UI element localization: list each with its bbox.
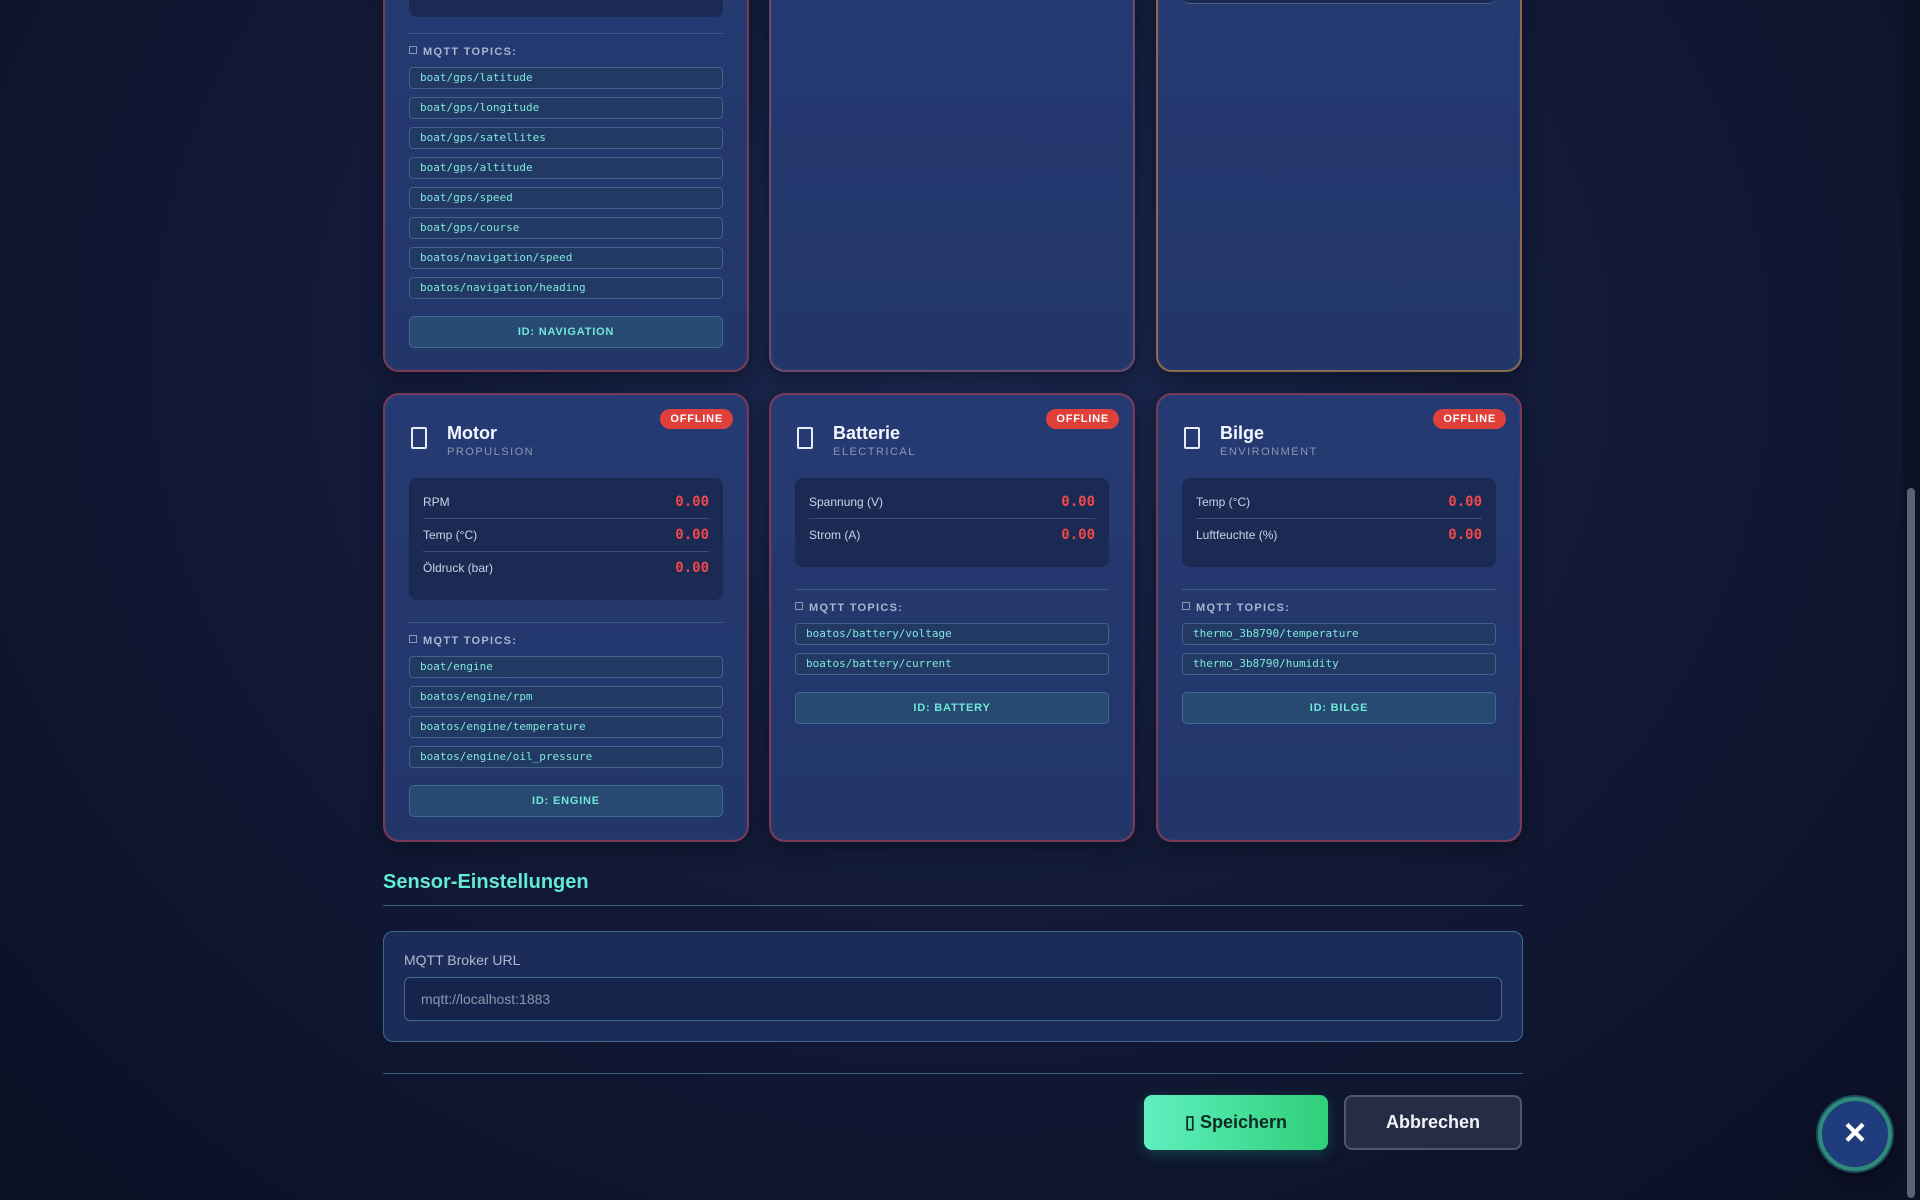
topics-label: MQTT TOPICS: xyxy=(409,635,517,647)
reading-row: RPM 0.00 xyxy=(423,486,709,519)
reading-value: 0.00 xyxy=(1448,494,1482,510)
navigation-readings-box xyxy=(409,0,723,17)
device-subtitle: PROPULSION xyxy=(447,446,535,458)
topic-item: boat/gps/speed xyxy=(409,187,723,209)
close-icon: × xyxy=(1843,1112,1867,1154)
divider xyxy=(409,33,723,34)
device-icon xyxy=(1184,427,1200,449)
battery-card: OFFLINE Batterie ELECTRICAL Spannung (V)… xyxy=(769,393,1135,842)
broker-url-label: MQTT Broker URL xyxy=(404,952,521,968)
readings-box: Spannung (V) 0.00 Strom (A) 0.00 xyxy=(795,478,1109,567)
topic-item: boatos/battery/voltage xyxy=(795,623,1109,645)
divider xyxy=(1182,589,1496,590)
topic-item: boat/gps/altitude xyxy=(409,157,723,179)
reading-row: Spannung (V) 0.00 xyxy=(809,486,1095,519)
close-fab-button[interactable]: × xyxy=(1818,1097,1892,1171)
id-battery-button[interactable]: ID: BATTERY xyxy=(795,692,1109,724)
status-badge: OFFLINE xyxy=(1433,409,1506,429)
bilge-card: OFFLINE Bilge ENVIRONMENT Temp (°C) 0.00… xyxy=(1156,393,1522,842)
device-title: Motor xyxy=(447,423,497,443)
device-title: Bilge xyxy=(1220,423,1265,443)
reading-label: Luftfeuchte (%) xyxy=(1196,528,1278,542)
topic-item: boatos/battery/current xyxy=(795,653,1109,675)
topic-item: boat/gps/longitude xyxy=(409,97,723,119)
readings-box-edge xyxy=(1182,0,1496,4)
device-icon xyxy=(797,427,813,449)
broker-url-input[interactable] xyxy=(404,977,1502,1021)
section-title: Sensor-Einstellungen xyxy=(383,871,589,893)
topic-item: boatos/engine/temperature xyxy=(409,716,723,738)
device-subtitle: ELECTRICAL xyxy=(833,446,916,458)
reading-row: Temp (°C) 0.00 xyxy=(423,519,709,552)
scrollbar-thumb[interactable] xyxy=(1907,488,1915,1198)
topic-item: boat/gps/course xyxy=(409,217,723,239)
reading-row: Öldruck (bar) 0.00 xyxy=(423,552,709,585)
id-engine-button[interactable]: ID: ENGINE xyxy=(409,785,723,817)
reading-row: Strom (A) 0.00 xyxy=(809,519,1095,552)
reading-label: Spannung (V) xyxy=(809,495,884,509)
cancel-button[interactable]: Abbrechen xyxy=(1344,1095,1522,1150)
device-subtitle: ENVIRONMENT xyxy=(1220,446,1318,458)
divider xyxy=(795,589,1109,590)
reading-value: 0.00 xyxy=(675,527,709,543)
reading-value: 0.00 xyxy=(1061,494,1095,510)
topic-item: boat/engine xyxy=(409,656,723,678)
device-icon xyxy=(411,427,427,449)
topic-item: boatos/navigation/speed xyxy=(409,247,723,269)
reading-label: Temp (°C) xyxy=(1196,495,1251,509)
reading-label: Strom (A) xyxy=(809,528,861,542)
divider xyxy=(409,622,723,623)
reading-value: 0.00 xyxy=(675,560,709,576)
reading-value: 0.00 xyxy=(1061,527,1095,543)
navigation-card: MQTT TOPICS: boat/gps/latitude boat/gps/… xyxy=(383,0,749,372)
device-card-empty-middle xyxy=(769,0,1135,372)
status-badge: OFFLINE xyxy=(1046,409,1119,429)
id-bilge-button[interactable]: ID: BILGE xyxy=(1182,692,1496,724)
reading-row: Temp (°C) 0.00 xyxy=(1196,486,1482,519)
device-title: Batterie xyxy=(833,423,901,443)
divider xyxy=(383,905,1523,906)
topic-item: boat/gps/satellites xyxy=(409,127,723,149)
divider xyxy=(383,1073,1523,1074)
reading-value: 0.00 xyxy=(675,494,709,510)
reading-value: 0.00 xyxy=(1448,527,1482,543)
id-navigation-button[interactable]: ID: NAVIGATION xyxy=(409,316,723,348)
reading-label: RPM xyxy=(423,495,450,509)
topics-label: MQTT TOPICS: xyxy=(409,46,517,58)
readings-box: RPM 0.00 Temp (°C) 0.00 Öldruck (bar) 0.… xyxy=(409,478,723,600)
topic-item: boatos/navigation/heading xyxy=(409,277,723,299)
page-scrollbar[interactable] xyxy=(1903,0,1920,1200)
reading-label: Öldruck (bar) xyxy=(423,561,494,575)
topic-item: boat/gps/latitude xyxy=(409,67,723,89)
topic-item: thermo_3b8790/humidity xyxy=(1182,653,1496,675)
readings-box: Temp (°C) 0.00 Luftfeuchte (%) 0.00 xyxy=(1182,478,1496,567)
device-card-empty-right xyxy=(1156,0,1522,372)
engine-card: OFFLINE Motor PROPULSION RPM 0.00 Temp (… xyxy=(383,393,749,842)
topic-item: boatos/engine/oil_pressure xyxy=(409,746,723,768)
reading-row: Luftfeuchte (%) 0.00 xyxy=(1196,519,1482,552)
status-badge: OFFLINE xyxy=(660,409,733,429)
topic-item: boatos/engine/rpm xyxy=(409,686,723,708)
save-button[interactable]: ▯ Speichern xyxy=(1144,1095,1328,1150)
topics-label: MQTT TOPICS: xyxy=(1182,602,1290,614)
topics-label: MQTT TOPICS: xyxy=(795,602,903,614)
broker-settings-panel: MQTT Broker URL xyxy=(383,931,1523,1042)
reading-label: Temp (°C) xyxy=(423,528,478,542)
topic-item: thermo_3b8790/temperature xyxy=(1182,623,1496,645)
